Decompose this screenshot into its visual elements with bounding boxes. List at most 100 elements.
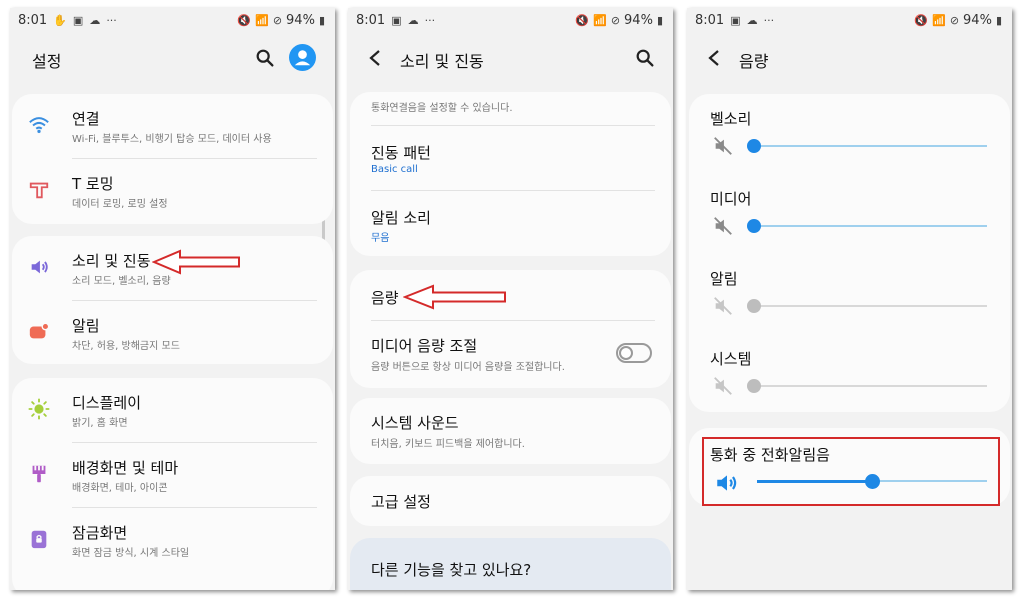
status-time: 8:01 [356,13,386,28]
advanced-card: 고급 설정 [350,476,671,526]
settings-item-advanced[interactable]: 고급 설정 [350,476,671,526]
mute-icon [714,377,732,395]
looking-for-something-else[interactable]: 다른 기능을 찾고 있나요? [350,538,671,590]
slider-thumb[interactable] [747,139,761,153]
settings-item-system-sound[interactable]: 시스템 사운드 터치음, 키보드 피드백을 제어합니다. [350,398,671,464]
slider-thumb [747,379,761,393]
annotation-arrow [403,284,506,310]
settings-screen: 8:01 ✋ ▣ ☁ ··· 🔇 📶 ⊘ 94% ▮ 설정 연결 Wi-Fi, … [10,8,335,590]
settings-item-value: Basic call [371,164,418,175]
blocked-icon: ⊘ [272,14,283,27]
battery-icon: ▮ [656,14,663,27]
battery-icon: ▮ [318,14,325,27]
settings-item-title: 알림 [72,317,100,335]
settings-item-title: 음량 [371,289,399,307]
settings-item-volume[interactable]: 음량 [350,270,671,320]
settings-item-connections[interactable]: 연결 Wi-Fi, 블루투스, 비행기 탑승 모드, 데이터 사용 [12,94,333,158]
settings-item-subtitle: Wi-Fi, 블루투스, 비행기 탑승 모드, 데이터 사용 [72,134,272,145]
toggle-knob [619,346,633,360]
mute-icon[interactable] [712,215,734,237]
search-icon[interactable] [634,47,656,69]
blocked-icon: ⊘ [610,14,621,27]
wifi-icon [29,117,49,134]
settings-item-media-volume-control[interactable]: 미디어 음량 조절 음량 버튼으로 항상 미디어 음량을 조절합니다. [350,321,671,387]
slider-track[interactable] [753,145,987,147]
slider-thumb[interactable] [747,219,761,233]
settings-item-troaming[interactable]: T 로밍 데이터 로밍, 로밍 설정 [12,159,333,223]
battery-level: 94% [963,13,992,28]
page-title: 설정 [32,52,62,71]
volume-screen: 8:01 ▣ ☁ ··· 🔇 📶 ⊘ 94% ▮ 음량 벨소리 미디어 알림 시… [687,8,1012,590]
more-notifications-icon: ··· [763,14,775,27]
mute-icon: 🔇 [575,14,590,27]
slider-track [753,385,987,387]
volume-slider-media[interactable]: 미디어 [689,174,1010,254]
mute-icon: 🔇 [237,14,252,27]
settings-item-title: 다른 기능을 찾고 있나요? [371,561,532,579]
page-title: 소리 및 진동 [400,52,484,71]
settings-item-title: 고급 설정 [371,493,431,511]
status-time: 8:01 [18,13,48,28]
more-notifications-icon: ··· [106,14,117,27]
slider-thumb [747,299,761,313]
brush-icon [32,465,46,483]
settings-item-title: T 로밍 [72,175,114,193]
display-card: 디스플레이 밝기, 홈 화면 배경화면 및 테마 배경화면, 테마, 아이콘 잠… [12,378,333,590]
mute-icon[interactable] [712,135,734,157]
settings-item-subtitle: 차단, 허용, 방해금지 모드 [72,341,180,352]
settings-item-subtitle: 배경화면, 테마, 아이콘 [72,483,168,494]
settings-item-vibration-pattern[interactable]: 진동 패턴 Basic call [350,126,671,190]
partial-item-subtitle: 통화연결음을 설정할 수 있습니다. [371,103,513,114]
slider-label: 미디어 [710,190,752,208]
mute-icon: 🔇 [914,14,929,27]
settings-item-title: 디스플레이 [72,394,142,412]
image-icon: ▣ [72,14,84,27]
slider-track[interactable] [753,225,987,227]
annotation-arrow [152,249,240,275]
weather-icon: ☁ [746,14,758,27]
settings-item-title: 시스템 사운드 [371,414,459,432]
search-icon[interactable] [254,47,276,69]
volume-slider-notifications[interactable]: 알림 [689,254,1010,334]
settings-item-subtitle: 음량 버튼으로 항상 미디어 음량을 조절합니다. [371,362,565,373]
settings-item-subtitle: 데이터 로밍, 로밍 설정 [72,199,168,210]
more-notifications-icon: ··· [424,14,436,27]
volume-slider-system[interactable]: 시스템 [689,334,1010,412]
status-bar: 8:01 ▣ ☁ ··· 🔇 📶 ⊘ 94% ▮ [687,8,1012,34]
slider-label: 알림 [710,270,738,288]
sound-vibration-screen: 8:01 ▣ ☁ ··· 🔇 📶 ⊘ 94% ▮ 소리 및 진동 통화연결음을 … [348,8,673,590]
account-avatar-icon[interactable] [289,44,316,71]
media-volume-toggle[interactable] [616,343,652,363]
volume-slider-ringtone[interactable]: 벨소리 [689,94,1010,174]
battery-icon: ▮ [995,14,1002,27]
settings-item-subtitle: 화면 잠금 방식, 시계 스타일 [72,548,190,559]
wifi-icon: 📶 [593,14,607,27]
weather-icon: ☁ [89,14,101,27]
mute-icon [714,297,732,315]
back-arrow-icon[interactable] [707,49,721,67]
settings-item-title: 미디어 음량 조절 [371,337,478,355]
sound-card: 통화연결음을 설정할 수 있습니다. 진동 패턴 Basic call 알림 소… [350,92,671,256]
connections-card: 연결 Wi-Fi, 블루투스, 비행기 탑승 모드, 데이터 사용 T 로밍 데… [12,94,333,224]
weather-icon: ☁ [407,14,419,27]
settings-item-notifications[interactable]: 알림 차단, 허용, 방해금지 모드 [12,301,333,364]
speaker-icon [31,260,48,274]
lock-icon [31,530,47,549]
blocked-icon: ⊘ [949,14,960,27]
settings-item-title: 진동 패턴 [371,144,431,162]
settings-item-display[interactable]: 디스플레이 밝기, 홈 화면 [12,378,333,442]
battery-level: 94% [624,13,653,28]
slider-label: 벨소리 [710,110,752,128]
volume-card: 음량 미디어 음량 조절 음량 버튼으로 항상 미디어 음량을 조절합니다. [350,270,671,388]
status-bar: 8:01 ✋ ▣ ☁ ··· 🔇 📶 ⊘ 94% ▮ [10,8,335,34]
looking-for-card: 다른 기능을 찾고 있나요? [350,538,671,590]
settings-item-lock-screen[interactable]: 잠금화면 화면 잠금 방식, 시계 스타일 [12,508,333,572]
settings-item-notification-sound[interactable]: 알림 소리 무음 [350,191,671,255]
notification-icon [29,322,50,339]
settings-item-wallpaper-themes[interactable]: 배경화면 및 테마 배경화면, 테마, 아이콘 [12,443,333,507]
back-arrow-icon[interactable] [368,49,382,67]
settings-item-title: 배경화면 및 테마 [72,459,179,477]
settings-item-title: 소리 및 진동 [72,252,151,270]
battery-level: 94% [286,13,315,28]
app-bar: 설정 [10,36,335,82]
